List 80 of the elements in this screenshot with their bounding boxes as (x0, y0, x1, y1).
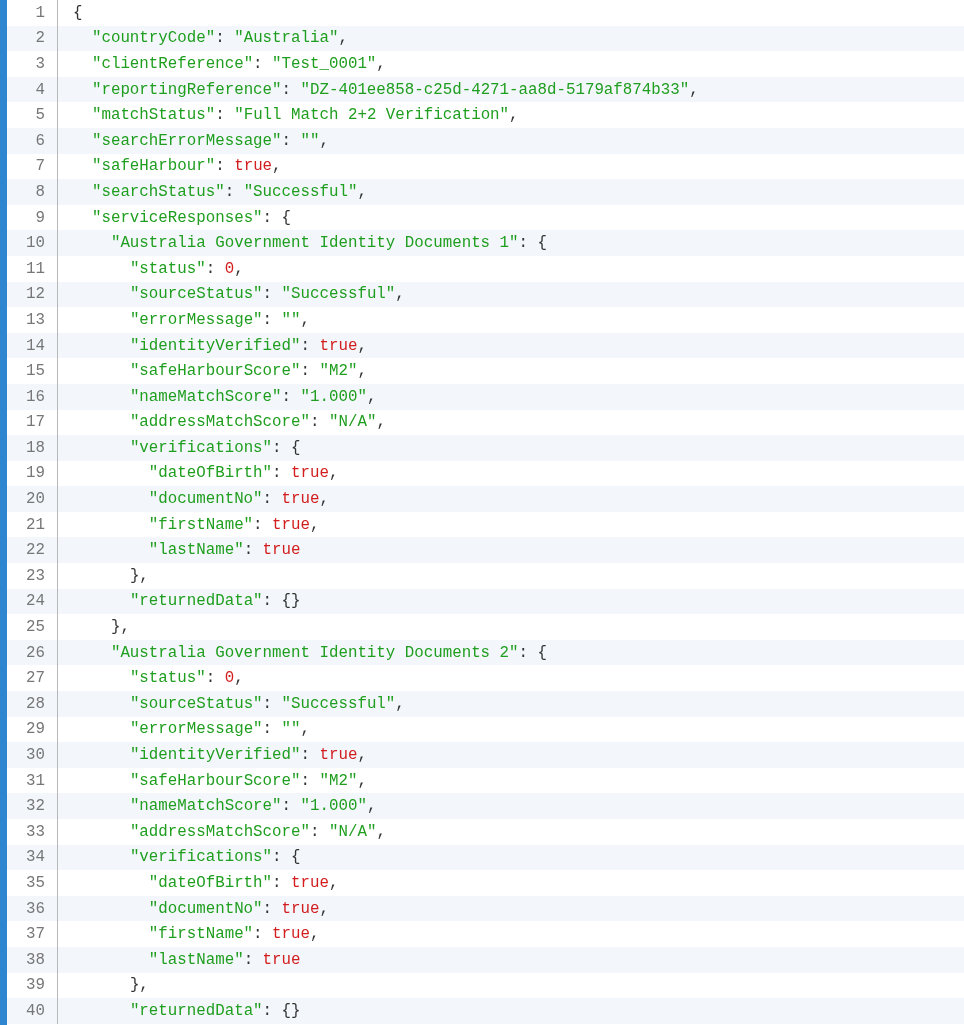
code-line: "dateOfBirth": true, (148, 464, 339, 483)
line-number: 28 (25, 694, 46, 713)
line-number: 13 (25, 310, 46, 329)
line-number: 22 (25, 541, 46, 560)
line-number: 39 (25, 976, 46, 995)
line-number: 23 (25, 566, 46, 585)
line-number: 2 (34, 29, 46, 48)
line-number: 4 (34, 80, 46, 99)
code-line: "documentNo": true, (148, 490, 329, 509)
code-line: "dateOfBirth": true, (148, 874, 339, 892)
line-number: 16 (25, 387, 46, 406)
line-number: 12 (25, 285, 46, 304)
code-line: "verifications": { (129, 848, 301, 867)
line-number: 19 (25, 464, 46, 483)
code-line: "addressMatchScore": "N/A", (129, 413, 386, 432)
line-number: 29 (25, 720, 46, 739)
code-line: "identityVerified": true, (129, 746, 367, 764)
code-line: "lastName": true (148, 950, 301, 969)
line-number: 36 (25, 899, 46, 918)
code-line: "safeHarbourScore": "M2", (129, 771, 367, 790)
line-number: 6 (34, 131, 46, 150)
line-number: 11 (25, 259, 46, 278)
line-number: 7 (34, 157, 46, 176)
line-number: 26 (25, 643, 46, 662)
line-number: 37 (25, 925, 46, 944)
line-number: 10 (25, 234, 46, 253)
code-line: "clientReference": "Test_0001", (91, 55, 386, 73)
line-number: 21 (25, 515, 46, 534)
code-line: }, (129, 566, 149, 585)
line-number: 8 (34, 182, 46, 201)
line-number: 25 (25, 618, 46, 637)
line-number: 18 (25, 438, 46, 457)
line-number: 40 (25, 1001, 46, 1020)
line-number: 33 (25, 822, 46, 841)
line-number: 15 (25, 362, 46, 381)
code-line: "errorMessage": "", (129, 720, 310, 739)
line-number: 3 (34, 55, 46, 73)
line-number: 20 (25, 490, 46, 509)
code-line: "searchStatus": "Successful", (91, 182, 367, 201)
code-line: "returnedData": {} (129, 592, 301, 611)
code-line: "Australia Government Identity Documents 1": { (110, 234, 547, 253)
code-line: "nameMatchScore": "1.000", (129, 387, 377, 406)
line-number: 35 (25, 874, 46, 892)
code-line: "addressMatchScore": "N/A", (129, 822, 386, 841)
code-line: "documentNo": true, (148, 899, 329, 918)
line-number: 27 (25, 669, 46, 688)
line-number: 31 (25, 771, 46, 790)
line-number: 17 (25, 413, 46, 432)
code-line: }, (110, 618, 130, 637)
code-line: "identityVerified": true, (129, 336, 367, 355)
line-number: 38 (25, 950, 46, 969)
code-line: "sourceStatus": "Successful", (129, 694, 405, 713)
code-line: "returnedData": {} (129, 1001, 301, 1020)
code-line: "status": 0, (129, 259, 244, 278)
line-number: 5 (34, 106, 46, 125)
code-line: "nameMatchScore": "1.000", (129, 797, 377, 816)
code-line: "status": 0, (129, 669, 244, 688)
line-number: 32 (25, 797, 46, 816)
code-line: "Australia Government Identity Documents 2": { (110, 643, 547, 662)
line-number: 9 (34, 208, 46, 227)
code-line: "serviceResponses": { (91, 208, 292, 227)
code-line: "reportingReference": "DZ-401ee858-c25d-4271-aa8d-5179af874b33", (91, 80, 699, 99)
code-line: "searchErrorMessage": "", (91, 131, 329, 150)
code-line: "safeHarbourScore": "M2", (129, 362, 367, 381)
line-number: 30 (25, 746, 46, 764)
code-line: "matchStatus": "Full Match 2+2 Verification", (91, 106, 519, 125)
code-line: "firstName": true, (148, 925, 320, 944)
line-number: 34 (25, 848, 46, 867)
code-line: "verifications": { (129, 438, 301, 457)
code-line: "sourceStatus": "Successful", (129, 285, 405, 304)
code-line: "firstName": true, (148, 515, 320, 534)
line-number: 24 (25, 592, 46, 611)
code-line: "safeHarbour": true, (91, 157, 282, 176)
line-number: 14 (25, 336, 46, 355)
line-number: 1 (34, 3, 46, 22)
code-line: { (73, 3, 83, 22)
code-line: "errorMessage": "", (129, 310, 310, 329)
code-line: "lastName": true (148, 541, 301, 560)
code-line: "countryCode": "Australia", (91, 29, 348, 48)
code-line: }, (129, 976, 149, 995)
